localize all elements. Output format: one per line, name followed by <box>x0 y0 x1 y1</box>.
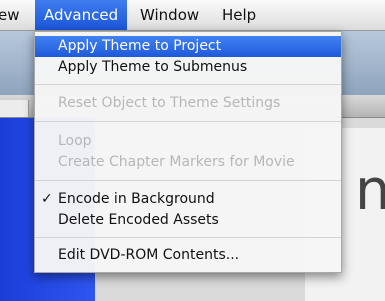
menu-item-label: Delete Encoded Assets <box>58 212 219 228</box>
menu-item-label: Create Chapter Markers for Movie <box>58 154 295 170</box>
menu-advanced[interactable]: Advanced <box>35 0 128 30</box>
menu-view[interactable]: ew <box>0 0 20 30</box>
menu-item-label: Loop <box>58 133 92 149</box>
canvas-text-fragment: n <box>355 158 385 223</box>
menu-item-label: Apply Theme to Project <box>58 38 222 54</box>
menu-window[interactable]: Window <box>140 0 199 30</box>
checkmark-icon: ✓ <box>41 191 53 207</box>
advanced-dropdown-menu: Apply Theme to Project Apply Theme to Su… <box>34 31 342 273</box>
menu-bar: ew Advanced Window Help <box>0 0 385 31</box>
menu-item-label: Apply Theme to Submenus <box>58 59 248 75</box>
menu-item-label: Reset Object to Theme Settings <box>58 95 281 111</box>
menu-separator <box>35 180 341 181</box>
apply-theme-to-submenus-item[interactable]: Apply Theme to Submenus <box>35 57 341 78</box>
edit-dvd-rom-contents-item[interactable]: Edit DVD-ROM Contents... <box>35 245 341 266</box>
menu-help[interactable]: Help <box>222 0 256 30</box>
app-tab[interactable] <box>0 100 29 117</box>
delete-encoded-assets-item[interactable]: Delete Encoded Assets <box>35 210 341 231</box>
encode-in-background-item[interactable]: ✓ Encode in Background <box>35 189 341 210</box>
reset-object-to-theme-settings-item[interactable]: Reset Object to Theme Settings <box>35 93 341 114</box>
loop-item[interactable]: Loop <box>35 131 341 152</box>
menu-item-label: Encode in Background <box>58 191 215 207</box>
create-chapter-markers-item[interactable]: Create Chapter Markers for Movie <box>35 152 341 173</box>
menu-separator <box>35 84 341 85</box>
apply-theme-to-project-item[interactable]: Apply Theme to Project <box>35 36 341 57</box>
menu-item-label: Edit DVD-ROM Contents... <box>58 247 240 263</box>
menu-separator <box>35 121 341 122</box>
menu-separator <box>35 237 341 238</box>
